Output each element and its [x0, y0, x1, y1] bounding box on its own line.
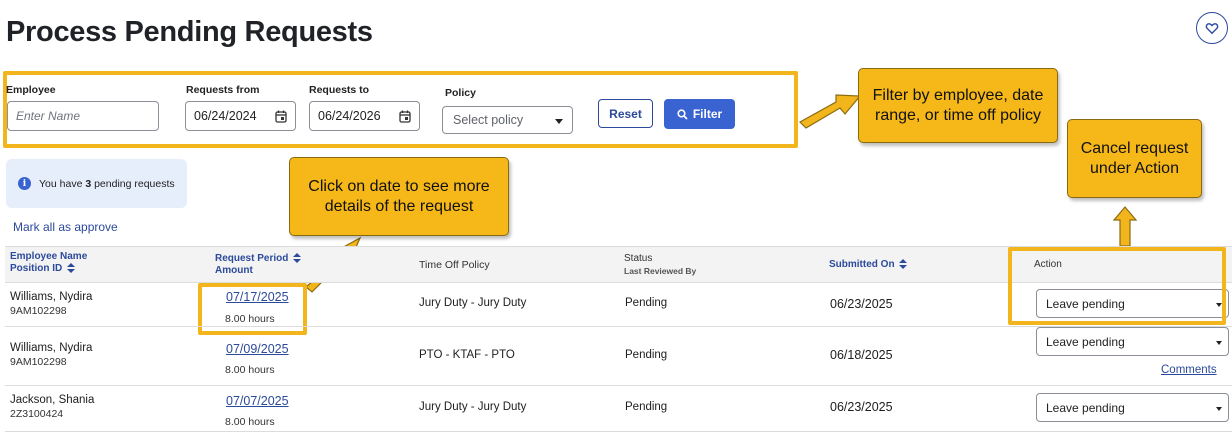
header-time-off-policy: Time Off Policy: [419, 259, 490, 271]
row1-submitted-on: 06/23/2025: [830, 297, 893, 311]
header-employee[interactable]: Employee Name Position ID: [10, 251, 87, 275]
row3-action-select[interactable]: Leave pending: [1036, 393, 1229, 422]
pending-info-banner: i You have 3 pending requests: [6, 159, 187, 208]
caret-down-icon: [1216, 341, 1222, 345]
row3-employee-name: Jackson, Shania: [10, 394, 95, 406]
row-divider: [5, 385, 1232, 386]
sort-icon: [899, 259, 908, 270]
sort-icon: [293, 253, 302, 264]
arrow-to-action: [1112, 206, 1138, 247]
row2-request-date-link[interactable]: 07/09/2025: [226, 342, 289, 356]
row2-hours: 8.00 hours: [225, 364, 275, 376]
row3-policy: Jury Duty - Jury Duty: [419, 401, 527, 413]
row3-submitted-on: 06/23/2025: [830, 400, 893, 414]
row2-position-id: 9AM102298: [10, 356, 67, 368]
highlight-request-date: [198, 283, 307, 335]
row3-hours: 8.00 hours: [225, 416, 275, 428]
row2-status: Pending: [625, 349, 668, 361]
row-divider: [5, 431, 1232, 432]
row2-policy: PTO - KTAF - PTO: [419, 349, 515, 361]
mark-all-approve-link[interactable]: Mark all as approve: [13, 220, 118, 234]
header-request-period[interactable]: Request Period Amount: [215, 253, 302, 277]
info-icon: i: [18, 177, 31, 190]
caret-down-icon: [1216, 407, 1222, 411]
row3-request-date-link[interactable]: 07/07/2025: [226, 394, 289, 408]
callout-date-details: Click on date to see more details of the…: [289, 157, 509, 236]
callout-cancel-request: Cancel request under Action: [1067, 119, 1202, 198]
row3-position-id: 2Z3100424: [10, 408, 64, 420]
row1-employee-name: Williams, Nydira: [10, 291, 93, 303]
row2-employee-name: Williams, Nydira: [10, 342, 93, 354]
pending-info-text: You have 3 pending requests: [39, 177, 175, 190]
row2-comments-link[interactable]: Comments: [1161, 364, 1217, 376]
sort-icon: [67, 263, 76, 274]
row1-status: Pending: [625, 297, 668, 309]
row2-action-select[interactable]: Leave pending: [1036, 327, 1229, 356]
row1-policy: Jury Duty - Jury Duty: [419, 297, 527, 309]
arrow-to-filter-panel: [799, 94, 862, 129]
row1-position-id: 9AM102298: [10, 305, 67, 317]
header-submitted-on[interactable]: Submitted On: [829, 259, 908, 271]
highlight-action: [1008, 247, 1226, 325]
row3-status: Pending: [625, 401, 668, 413]
callout-filter: Filter by employee, date range, or time …: [858, 68, 1058, 143]
callout-arrows: [305, 94, 1138, 293]
header-status: Status Last Reviewed By: [624, 253, 697, 276]
row2-submitted-on: 06/18/2025: [830, 348, 893, 362]
